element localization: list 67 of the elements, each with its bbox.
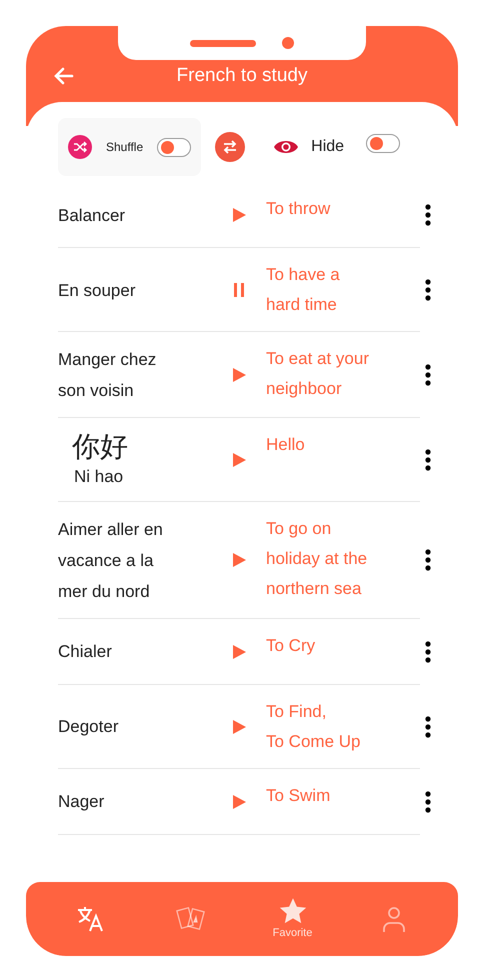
shuffle-icon [68, 135, 92, 159]
word-text: Manger chez son voisin [58, 349, 158, 402]
play-button[interactable] [232, 644, 246, 660]
reading-text: Ni hao [73, 466, 124, 488]
word-text: Chialer [58, 641, 113, 663]
more-icon [425, 790, 431, 812]
more-icon [425, 204, 431, 226]
translation-text: To Find, To Come Up [266, 700, 362, 752]
play-icon [232, 208, 246, 222]
translation-text: To throw [266, 198, 332, 220]
translation-text: To have a hard time [266, 264, 341, 316]
cards-icon [176, 905, 208, 933]
hide-toggle[interactable] [366, 134, 400, 153]
more-button[interactable] [424, 204, 432, 226]
word-text: En souper [58, 280, 136, 302]
more-button[interactable] [424, 364, 432, 386]
more-button[interactable] [424, 448, 432, 471]
more-button[interactable] [424, 716, 432, 738]
play-button[interactable] [232, 794, 246, 810]
play-icon [232, 794, 246, 808]
camera-icon [282, 37, 294, 49]
translate-icon [76, 905, 106, 933]
more-button[interactable] [424, 279, 432, 301]
page-title: French to study [176, 64, 308, 88]
pause-button[interactable] [232, 282, 246, 298]
translation-text: Hello [266, 434, 306, 456]
translation-text: To go on holiday at the northern sea [266, 518, 368, 600]
swap-button[interactable] [215, 132, 246, 162]
back-button[interactable] [54, 66, 74, 86]
play-button[interactable] [232, 207, 246, 223]
word-text: Aimer aller en vacance a la mer du nord [58, 518, 164, 602]
shuffle-label: Shuffle [106, 139, 144, 156]
word-text: Nager [58, 791, 106, 813]
star-icon [278, 896, 308, 925]
shuffle-toggle[interactable] [157, 138, 192, 156]
swap-icon [222, 140, 238, 154]
nav-item[interactable]: Favorite [268, 896, 317, 942]
play-icon [232, 553, 246, 567]
play-button[interactable] [232, 367, 246, 383]
more-icon [425, 716, 431, 738]
more-icon [425, 640, 431, 662]
word-text: 你好 [71, 430, 129, 464]
more-icon [425, 448, 431, 471]
play-icon [232, 644, 246, 658]
more-icon [425, 279, 431, 301]
play-icon [232, 368, 246, 382]
play-icon [232, 720, 246, 734]
more-icon [425, 364, 431, 386]
translation-text: To Swim [266, 784, 332, 806]
word-text: Degoter [58, 716, 120, 738]
translation-text: To Cry [266, 634, 316, 656]
play-icon [232, 452, 246, 467]
back-arrow-icon [54, 66, 74, 86]
speaker-icon [190, 40, 256, 46]
more-button[interactable] [424, 640, 432, 662]
play-button[interactable] [232, 718, 246, 734]
more-icon [425, 549, 431, 571]
eye-icon [273, 139, 300, 155]
pause-icon [233, 282, 245, 298]
profile-icon [380, 905, 406, 933]
word-text: Balancer [58, 204, 126, 226]
hide-label: Hide [311, 137, 344, 157]
translation-text: To eat at your neighboor [266, 348, 370, 400]
play-button[interactable] [232, 452, 246, 468]
more-button[interactable] [424, 790, 432, 812]
play-button[interactable] [232, 552, 246, 568]
more-button[interactable] [424, 549, 432, 571]
